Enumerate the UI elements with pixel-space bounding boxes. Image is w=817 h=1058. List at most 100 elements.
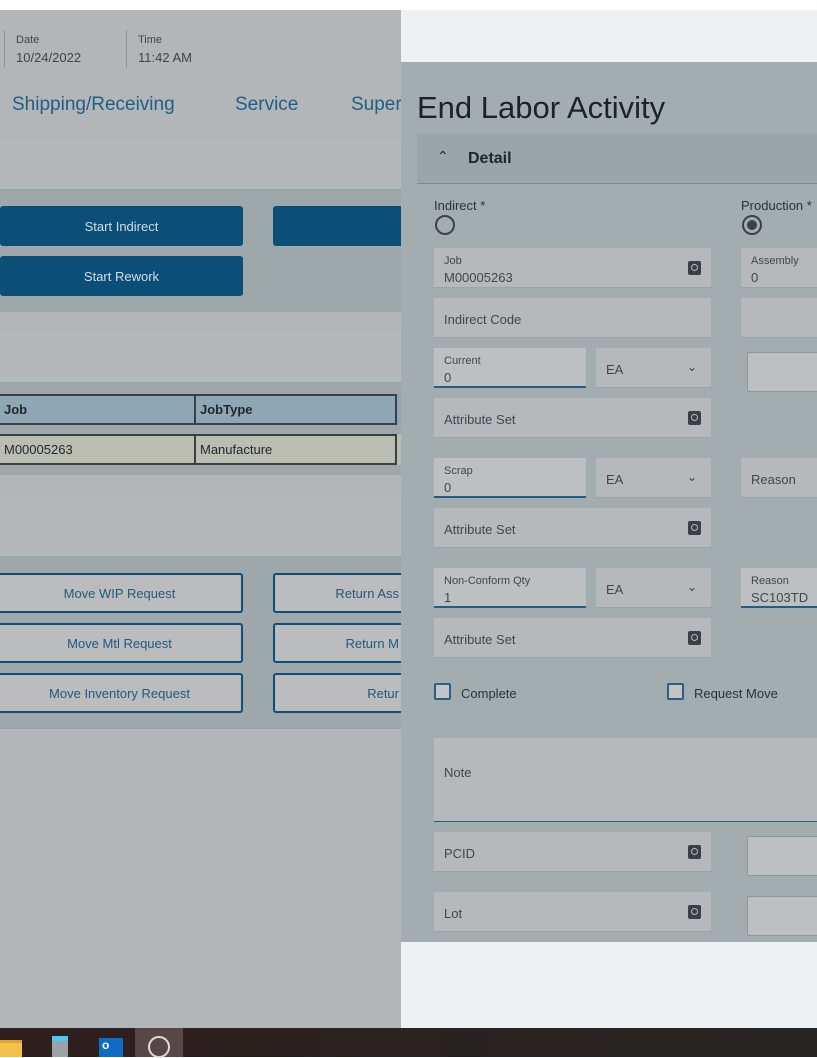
table-row[interactable]: M00005263 Manufacture bbox=[0, 434, 401, 465]
field[interactable] bbox=[741, 298, 817, 338]
attribute-set-field[interactable]: Attribute Set bbox=[434, 398, 711, 438]
search-icon[interactable] bbox=[688, 845, 701, 859]
return-assembly-button[interactable]: Return Ass bbox=[273, 573, 401, 613]
nonconform-uom-select[interactable]: EA ⌄ bbox=[596, 568, 711, 608]
lot-field[interactable]: Lot bbox=[434, 892, 711, 932]
current-value: 0 bbox=[444, 370, 452, 385]
file-explorer-icon[interactable] bbox=[0, 1040, 22, 1057]
outlook-icon[interactable]: o bbox=[99, 1038, 123, 1057]
column-jobtype[interactable]: JobType bbox=[196, 394, 397, 425]
note-label: Note bbox=[444, 765, 472, 780]
current-uom-value: EA bbox=[606, 362, 624, 377]
pcid-label: PCID bbox=[444, 846, 476, 861]
nonconform-label: Non-Conform Qty bbox=[444, 575, 531, 587]
cell-jobtype: Manufacture bbox=[196, 434, 397, 465]
tab-super[interactable]: Super bbox=[351, 94, 401, 116]
search-icon[interactable] bbox=[688, 521, 701, 535]
scrap-uom-value: EA bbox=[606, 472, 624, 487]
taskbar: o bbox=[0, 1028, 817, 1058]
scrap-qty-field[interactable]: Scrap 0 bbox=[434, 458, 586, 498]
end-labor-activity-dialog: End Labor Activity ⌃ Detail Indirect * P… bbox=[401, 62, 817, 942]
nonconform-uom-value: EA bbox=[606, 582, 624, 597]
return-material-button[interactable]: Return M bbox=[273, 623, 401, 663]
scrap-uom-select[interactable]: EA ⌄ bbox=[596, 458, 711, 498]
chevron-down-icon: ⌄ bbox=[686, 580, 697, 594]
search-icon[interactable] bbox=[688, 261, 701, 275]
attribute-set-label: Attribute Set bbox=[444, 522, 516, 537]
dialog-title: End Labor Activity bbox=[417, 90, 666, 125]
chevron-down-icon: ⌄ bbox=[686, 360, 697, 374]
search-icon[interactable] bbox=[688, 411, 701, 425]
attribute-set-field[interactable]: Attribute Set bbox=[434, 618, 711, 658]
attribute-set-field[interactable]: Attribute Set bbox=[434, 508, 711, 548]
background-page: Date 10/24/2022 Time 11:42 AM Shipping/R… bbox=[0, 10, 401, 1028]
chevron-down-icon: ⌄ bbox=[686, 470, 697, 484]
cell-job: M00005263 bbox=[0, 434, 196, 465]
job-label: Job bbox=[444, 255, 462, 267]
indirect-code-label: Indirect Code bbox=[444, 312, 522, 327]
assembly-value: 0 bbox=[751, 270, 759, 285]
current-qty-field[interactable]: Current 0 bbox=[434, 348, 586, 388]
complete-checkbox[interactable] bbox=[434, 683, 451, 700]
reason-label: Reason bbox=[751, 472, 796, 487]
divider bbox=[126, 30, 127, 68]
move-inventory-request-button[interactable]: Move Inventory Request bbox=[0, 673, 243, 713]
reason-value: SC103TD bbox=[751, 590, 809, 605]
search-icon[interactable] bbox=[688, 631, 701, 645]
attribute-set-label: Attribute Set bbox=[444, 412, 516, 427]
request-move-label: Request Move bbox=[694, 686, 778, 701]
search-icon[interactable] bbox=[688, 905, 701, 919]
chevron-up-icon: ⌃ bbox=[437, 148, 449, 164]
job-field[interactable]: Job M00005263 bbox=[434, 248, 711, 288]
assembly-label: Assembly bbox=[751, 255, 799, 267]
column-job[interactable]: Job bbox=[0, 394, 196, 425]
start-indirect-button[interactable]: Start Indirect bbox=[0, 206, 243, 246]
section-header bbox=[0, 332, 401, 383]
divider bbox=[4, 30, 5, 68]
scrap-reason-field[interactable]: Reason bbox=[741, 458, 817, 498]
tab-service[interactable]: Service bbox=[235, 94, 298, 116]
time-label: Time bbox=[138, 34, 163, 46]
indirect-code-field[interactable]: Indirect Code bbox=[434, 298, 711, 338]
clock-app-button[interactable] bbox=[135, 1028, 183, 1058]
calculator-icon[interactable] bbox=[52, 1036, 68, 1057]
indirect-radio[interactable] bbox=[435, 215, 455, 235]
button[interactable] bbox=[747, 896, 817, 936]
return-button[interactable]: Retur bbox=[273, 673, 401, 713]
action-button[interactable] bbox=[273, 206, 401, 246]
current-label: Current bbox=[444, 355, 481, 367]
time-value: 11:42 AM bbox=[138, 50, 192, 65]
pcid-field[interactable]: PCID bbox=[434, 832, 711, 872]
nonconform-reason-field[interactable]: Reason SC103TD bbox=[741, 568, 817, 608]
detail-section-title: Detail bbox=[468, 150, 512, 167]
note-textarea[interactable]: Note bbox=[434, 738, 817, 822]
section-header bbox=[0, 141, 401, 190]
scrap-value: 0 bbox=[444, 480, 452, 495]
tab-shipping-receiving[interactable]: Shipping/Receiving bbox=[12, 94, 175, 116]
section-header bbox=[0, 496, 401, 557]
attribute-set-label: Attribute Set bbox=[444, 632, 516, 647]
lot-label: Lot bbox=[444, 906, 463, 921]
production-radio[interactable] bbox=[742, 215, 762, 235]
date-label: Date bbox=[16, 34, 40, 46]
assembly-field[interactable]: Assembly 0 bbox=[741, 248, 817, 288]
reason-label: Reason bbox=[751, 575, 789, 587]
date-value: 10/24/2022 bbox=[16, 50, 82, 65]
table-header: Job JobType bbox=[0, 394, 401, 425]
indirect-label: Indirect * bbox=[434, 198, 486, 213]
nonconform-qty-field[interactable]: Non-Conform Qty 1 bbox=[434, 568, 586, 608]
start-rework-button[interactable]: Start Rework bbox=[0, 256, 243, 296]
nonconform-value: 1 bbox=[444, 590, 452, 605]
complete-label: Complete bbox=[461, 686, 517, 701]
move-mtl-request-button[interactable]: Move Mtl Request bbox=[0, 623, 243, 663]
clock-icon bbox=[148, 1036, 170, 1058]
detail-section-header[interactable]: ⌃ Detail bbox=[417, 134, 817, 184]
current-uom-select[interactable]: EA ⌄ bbox=[596, 348, 711, 388]
button[interactable] bbox=[747, 352, 817, 392]
production-label: Production * bbox=[741, 198, 812, 213]
button[interactable] bbox=[747, 836, 817, 876]
scrap-label: Scrap bbox=[444, 465, 473, 477]
move-wip-request-button[interactable]: Move WIP Request bbox=[0, 573, 243, 613]
request-move-checkbox[interactable] bbox=[667, 683, 684, 700]
job-value: M00005263 bbox=[444, 270, 513, 285]
